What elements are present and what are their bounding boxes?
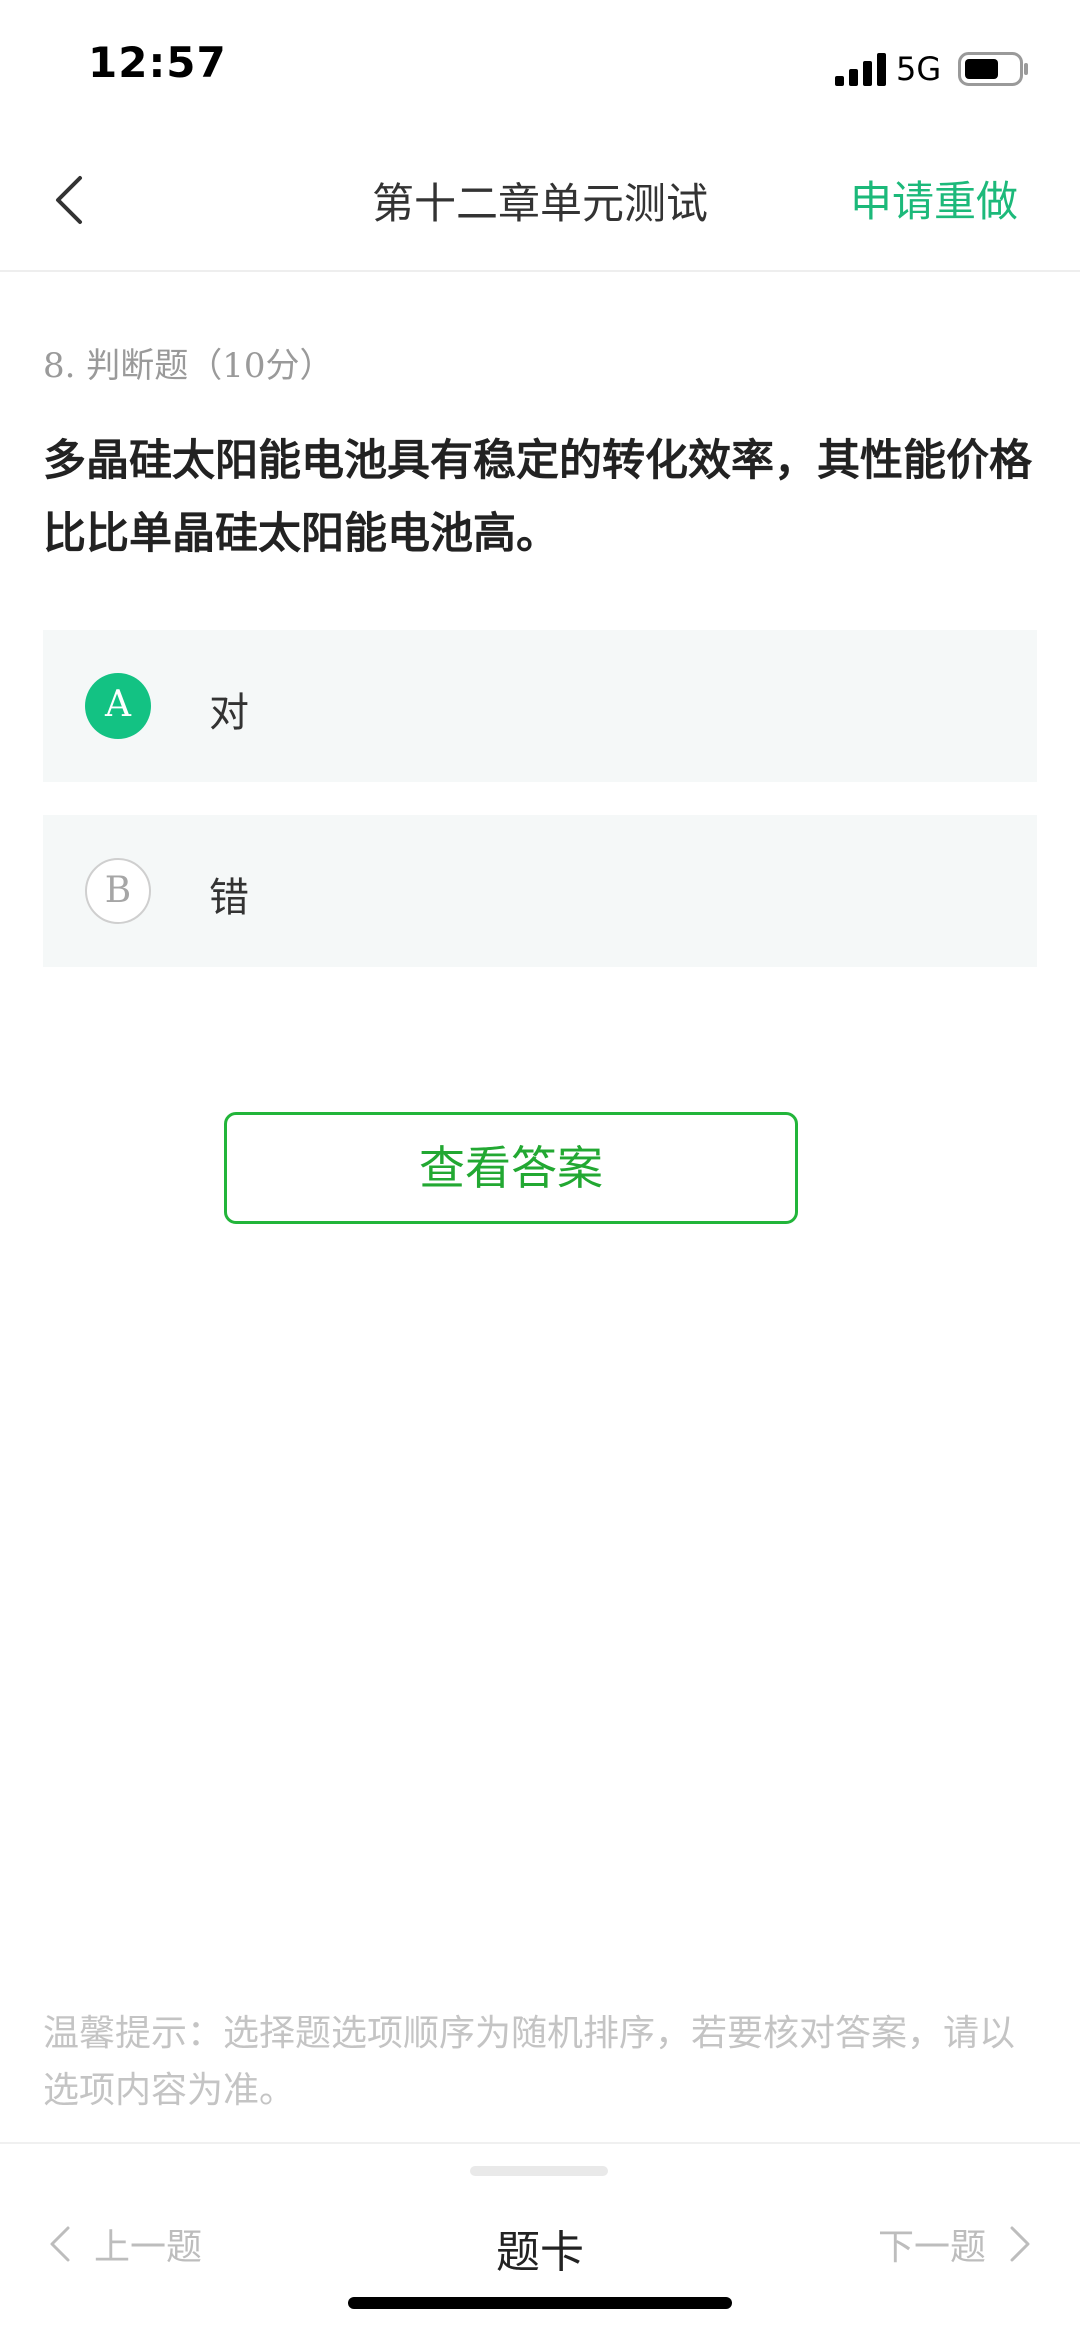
chevron-right-icon [1010,2226,1030,2262]
request-redo-button[interactable]: 申请重做 [850,168,1018,229]
battery-icon [958,52,1028,86]
bottom-navigation: 上一题 题卡 下一题 [0,2142,1080,2339]
chevron-left-icon [50,2226,70,2262]
tip-text: 温馨提示：选择题选项顺序为随机排序，若要核对答案，请以选项内容为准。 [43,2013,1016,2111]
cellular-signal-icon [835,53,886,86]
next-question-label: 下一题 [877,2227,986,2268]
back-button[interactable] [40,160,100,240]
network-label: 5G [896,50,942,88]
option-b-text: 错 [209,875,249,921]
option-a-text: 对 [209,690,249,736]
option-a[interactable]: A 对 [43,630,1037,782]
question-text: 多晶硅太阳能电池具有稳定的转化效率，其性能价格比比单晶硅太阳能电池高。 [43,436,1032,559]
home-indicator[interactable] [348,2297,732,2309]
chevron-left-icon [56,176,82,224]
page-title: 第十二章单元测试 [371,179,708,228]
next-question-button[interactable]: 下一题 [878,2214,1032,2274]
option-b[interactable]: B 错 [43,815,1037,967]
navigation-bar: 第十二章单元测试 申请重做 [0,130,1080,272]
drag-handle[interactable] [470,2166,608,2176]
view-answer-button[interactable]: 查看答案 [224,1112,798,1224]
status-time: 12:57 [88,38,227,87]
previous-question-button[interactable]: 上一题 [48,2214,202,2274]
status-bar: 12:57 5G [0,0,1080,130]
question-card-button[interactable]: 题卡 [440,2216,640,2280]
previous-question-label: 上一题 [94,2227,203,2268]
option-b-letter: B [85,858,151,924]
question-meta: 8. 判断题（10分） [43,346,334,386]
option-a-letter: A [85,673,151,739]
